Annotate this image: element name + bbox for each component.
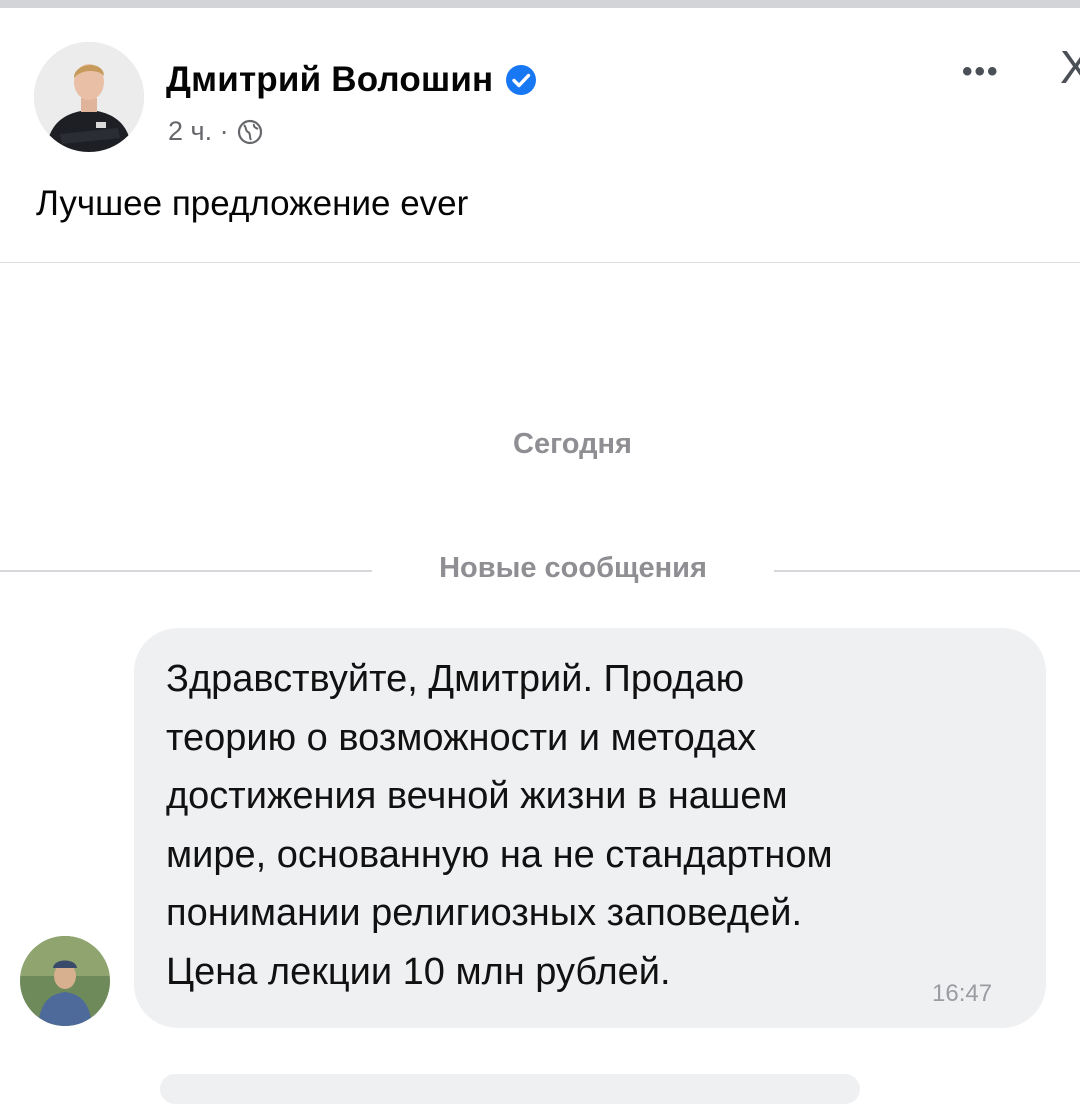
post-timestamp[interactable]: 2 ч. · [168, 116, 229, 147]
next-message-bubble[interactable] [160, 1074, 860, 1104]
author-avatar[interactable] [34, 42, 144, 152]
separator-line-right [774, 570, 1080, 572]
message-text: Здравствуйте, Дмитрий. Продаю теорию о в… [166, 658, 833, 993]
author-name[interactable]: Дмитрий Волошин [166, 60, 493, 100]
verified-badge-icon [505, 64, 537, 96]
post-divider [0, 262, 1080, 263]
close-button[interactable]: X [1060, 40, 1080, 94]
new-messages-label: Новые сообщения [439, 552, 707, 584]
top-separator [0, 0, 1080, 8]
post-text: Лучшее предложение ever [36, 184, 469, 223]
date-separator: Сегодня [513, 428, 632, 460]
globe-icon[interactable] [237, 119, 263, 145]
message-time: 16:47 [932, 980, 993, 1007]
new-messages-separator: Новые сообщения [0, 552, 1080, 592]
message-bubble[interactable]: Здравствуйте, Дмитрий. Продаю теорию о в… [134, 628, 1046, 1028]
separator-line-left [0, 570, 372, 572]
sender-avatar[interactable] [20, 936, 110, 1026]
more-options-button[interactable]: ••• [962, 55, 1000, 89]
